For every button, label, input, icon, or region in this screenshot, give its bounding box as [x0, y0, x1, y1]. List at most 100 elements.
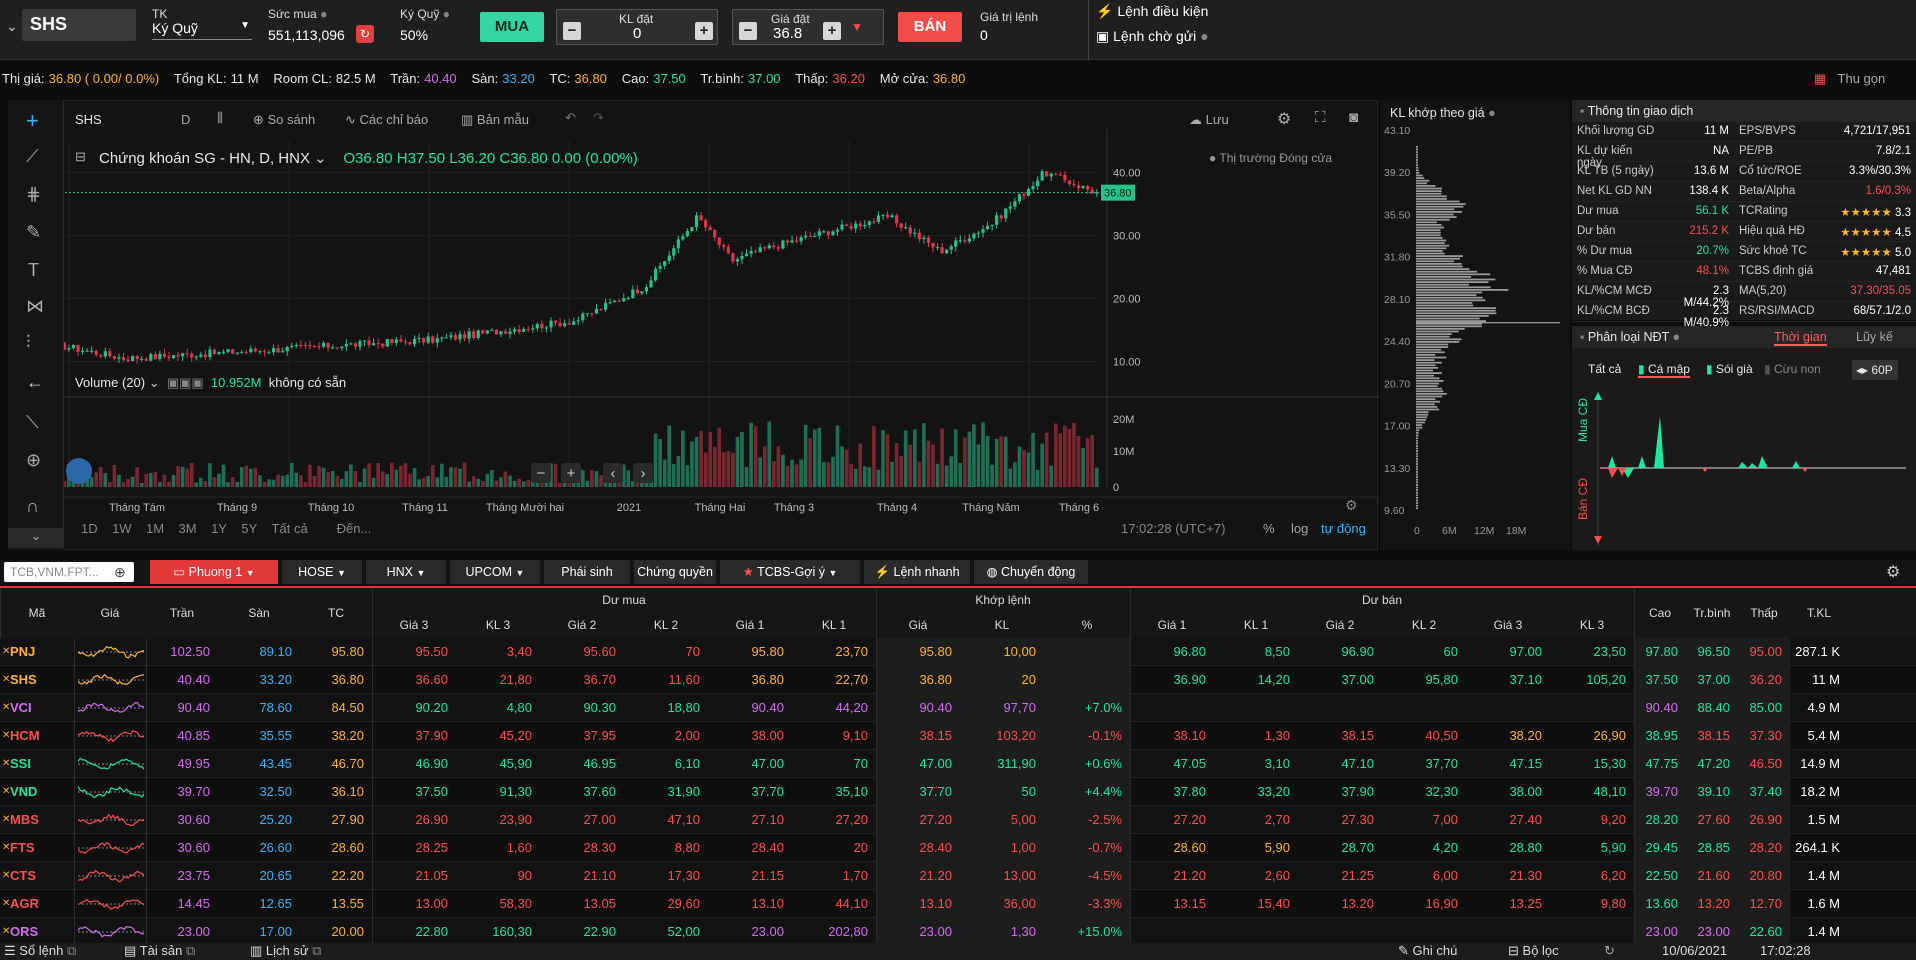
tab-watchlist[interactable]: ▭ Phuong 1 ▼: [150, 560, 278, 584]
price-input[interactable]: 36.8: [773, 25, 802, 42]
plus-button[interactable]: +: [823, 22, 841, 40]
star-icon[interactable]: ✕: [2, 918, 10, 946]
range-all[interactable]: Tất cả: [272, 521, 308, 536]
range-5y[interactable]: 5Y: [241, 521, 257, 536]
back-arrow-icon[interactable]: ←: [26, 372, 44, 393]
range-1w[interactable]: 1W: [112, 521, 132, 536]
settings-icon[interactable]: ⚙: [1345, 497, 1358, 514]
header-g2[interactable]: Giá 2: [1298, 612, 1382, 638]
fib-icon[interactable]: ⋕: [26, 184, 41, 205]
brush-icon[interactable]: ✎: [26, 222, 41, 243]
auto-toggle[interactable]: tự động: [1321, 521, 1366, 536]
star-icon[interactable]: ✕: [2, 834, 10, 862]
buy-button[interactable]: MUA: [480, 12, 544, 42]
chart-symbol[interactable]: SHS: [75, 112, 102, 127]
tab-hose[interactable]: HOSE ▼: [282, 560, 362, 584]
magnet-icon[interactable]: ∩: [26, 496, 39, 517]
symbol-cell[interactable]: VCI: [0, 694, 74, 722]
symbol-cell[interactable]: AGR: [0, 890, 74, 918]
quantity-stepper[interactable]: − KL đặt 0 +: [556, 9, 718, 45]
table-row[interactable]: SSI 49.95 43.45 46.70 46.90 45,90 46.95 6,10 47.…: [0, 750, 1916, 778]
indicators-button[interactable]: ∿ Các chỉ báo: [345, 112, 428, 128]
star-icon[interactable]: ✕: [2, 862, 10, 890]
text-icon[interactable]: T: [28, 260, 39, 281]
star-icon[interactable]: ✕: [2, 750, 10, 778]
header-g3[interactable]: Giá 3: [372, 612, 456, 638]
header-ask-group[interactable]: Dư bán: [1130, 588, 1634, 612]
symbol-cell[interactable]: SHS: [0, 666, 74, 694]
star-icon[interactable]: ✕: [2, 638, 10, 666]
filter-all[interactable]: Tất cả: [1588, 362, 1621, 376]
filter-wolf[interactable]: ▮ Sói già: [1706, 362, 1753, 376]
plus-button[interactable]: +: [695, 22, 713, 40]
header-cao[interactable]: Cao: [1634, 588, 1686, 638]
header-tkl[interactable]: T.KL: [1790, 588, 1848, 638]
range-1y[interactable]: 1Y: [211, 521, 227, 536]
range-1d[interactable]: 1D: [81, 521, 98, 536]
tab-quick-order[interactable]: ⚡ Lệnh nhanh: [864, 560, 970, 584]
filter-link[interactable]: ⊟ Bộ lọc: [1508, 943, 1559, 959]
header-gia[interactable]: Giá: [74, 588, 146, 638]
conditional-order-link[interactable]: ⚡ Lệnh điều kiện: [1096, 3, 1208, 20]
header-bid-group[interactable]: Dư mua: [372, 588, 876, 612]
header-kk[interactable]: KL: [960, 612, 1044, 638]
symbol-cell[interactable]: ORS: [0, 918, 74, 946]
header-k3[interactable]: KL 3: [456, 612, 540, 638]
quantity-input[interactable]: 0: [633, 25, 641, 42]
header-tb[interactable]: Tr.bình: [1686, 588, 1738, 638]
range-1m[interactable]: 1M: [146, 521, 164, 536]
undo-icon[interactable]: ↶: [565, 110, 576, 126]
header-kp[interactable]: %: [1044, 612, 1130, 638]
header-ma[interactable]: Mã: [0, 588, 74, 638]
collapse-legend-icon[interactable]: ⊟: [75, 149, 86, 165]
symbol-cell[interactable]: FTS: [0, 834, 74, 862]
filter-sheep[interactable]: ▮ Cừu non: [1764, 362, 1821, 376]
star-icon[interactable]: ✕: [2, 890, 10, 918]
interval-button[interactable]: D: [181, 112, 190, 127]
minus-button[interactable]: −: [563, 22, 581, 40]
table-row[interactable]: VND 39.70 32.50 36.10 37.50 91,30 37.60 31,90 37…: [0, 778, 1916, 806]
tab-movement[interactable]: ◍ Chuyển động: [974, 560, 1088, 584]
notes-link[interactable]: ✎ Ghi chú: [1398, 943, 1457, 959]
symbol-input[interactable]: SHS: [22, 9, 136, 41]
symbol-cell[interactable]: SSI: [0, 750, 74, 778]
template-button[interactable]: ▥ Bản mẫu: [461, 112, 529, 128]
minus-button[interactable]: −: [739, 22, 757, 40]
symbol-cell[interactable]: CTS: [0, 862, 74, 890]
assets-link[interactable]: ▤ Tài sản ⧉: [124, 943, 195, 959]
caret-down-icon[interactable]: ▼: [851, 20, 863, 34]
symbol-cell[interactable]: PNJ: [0, 638, 74, 666]
tab-cumulative[interactable]: Lũy kế: [1856, 330, 1893, 344]
table-row[interactable]: PNJ 102.50 89.10 95.80 95.50 3,40 95.60 70 95.80…: [0, 638, 1916, 666]
chart-canvas[interactable]: 40.00 30.00 20.00 10.00 36.80 20M 10M 0 Tháng Tá…: [9, 101, 1379, 551]
header-k2[interactable]: KL 2: [1382, 612, 1466, 638]
table-row[interactable]: SHS 40.40 33.20 36.80 36.60 21,80 36.70 11,60 36…: [0, 666, 1916, 694]
period-select[interactable]: ◂▸ 60P: [1852, 360, 1898, 380]
header-g1[interactable]: Giá 1: [1130, 612, 1214, 638]
star-icon[interactable]: ✕: [2, 666, 10, 694]
fullscreen-icon[interactable]: ⛶: [1315, 109, 1326, 126]
account-select[interactable]: Ký Quỹ ▼: [152, 20, 252, 40]
camera-icon[interactable]: ◙: [1349, 109, 1358, 126]
table-row[interactable]: MBS 30.60 25.20 27.90 26.90 23,90 27.00 47,10 27…: [0, 806, 1916, 834]
refresh-icon[interactable]: ↻: [356, 25, 374, 43]
prediction-icon[interactable]: ⫶: [26, 332, 31, 353]
price-stepper[interactable]: − Giá đặt 36.8 + ▼: [732, 9, 884, 45]
compare-button[interactable]: ⊕ So sánh: [253, 112, 315, 128]
percent-toggle[interactable]: %: [1263, 521, 1275, 536]
star-icon[interactable]: ✕: [2, 694, 10, 722]
header-k2[interactable]: KL 2: [624, 612, 708, 638]
symbol-cell[interactable]: HCM: [0, 722, 74, 750]
table-row[interactable]: VCI 90.40 78.60 84.50 90.20 4,80 90.30 18,80 90.…: [0, 694, 1916, 722]
pattern-icon[interactable]: ⋈: [26, 296, 44, 317]
header-thap[interactable]: Thấp: [1738, 588, 1790, 638]
range-goto[interactable]: Đến...: [337, 521, 372, 536]
table-row[interactable]: CTS 23.75 20.65 22.20 21.05 90 21.10 17,30 21.15…: [0, 862, 1916, 890]
pending-order-link[interactable]: ▣ Lệnh chờ gửi ●: [1096, 28, 1209, 45]
order-book-link[interactable]: ☰ Sổ lệnh ⧉: [4, 943, 76, 959]
history-link[interactable]: ▥ Lịch sử ⧉: [250, 943, 322, 959]
symbol-cell[interactable]: VND: [0, 778, 74, 806]
table-row[interactable]: FTS 30.60 26.60 28.60 28.25 1,60 28.30 8,80 28.4…: [0, 834, 1916, 862]
price-chart[interactable]: 40.00 30.00 20.00 10.00 36.80 20M 10M 0 Tháng Tá…: [8, 100, 1379, 551]
tab-warrants[interactable]: Chứng quyền: [634, 560, 716, 584]
